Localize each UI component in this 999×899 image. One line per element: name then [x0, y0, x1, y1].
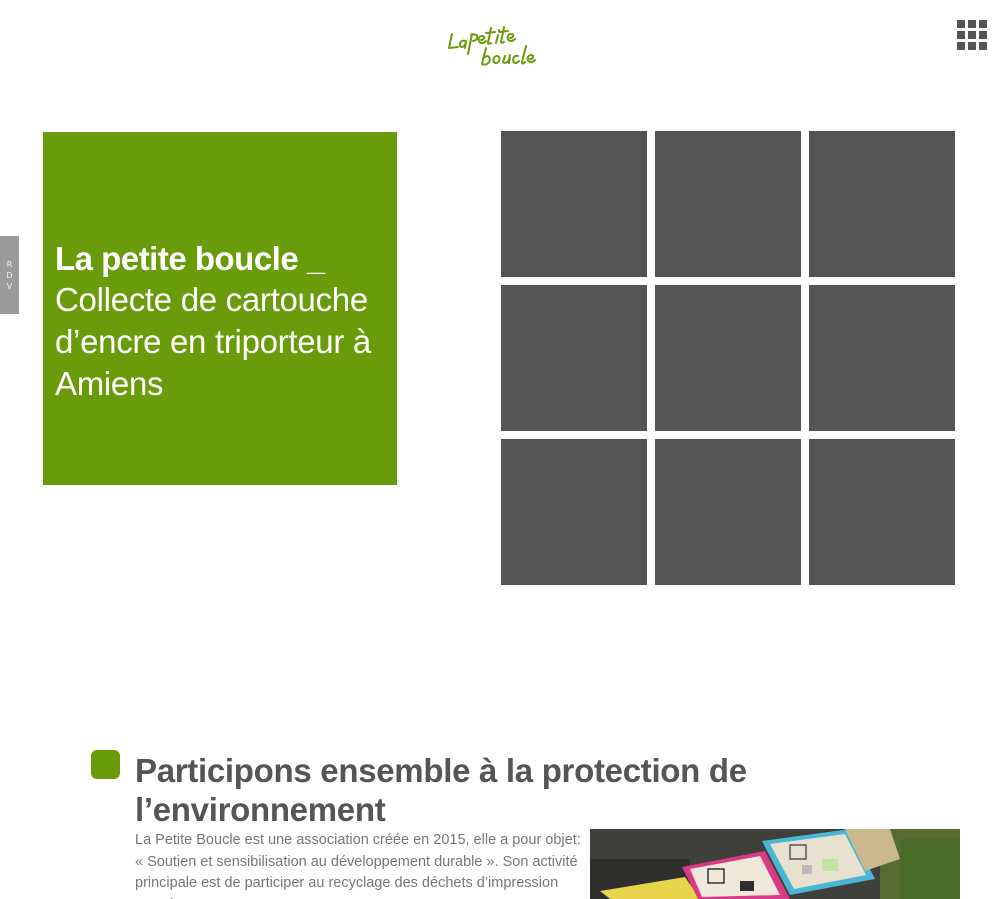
menu-dot [968, 31, 976, 39]
hero-title: La petite boucle _ [55, 240, 325, 277]
section-text: La Petite Boucle est une association cré… [135, 832, 581, 899]
grid-tile[interactable] [501, 131, 647, 277]
cartridge-photo [590, 829, 960, 899]
side-tab-letter: D [6, 270, 13, 280]
grid-tile[interactable] [655, 131, 801, 277]
menu-dot [968, 42, 976, 50]
side-tab-letter: V [6, 281, 13, 291]
menu-dot [957, 20, 965, 28]
hero-panel: La petite boucle _ Collecte de cartouche… [43, 132, 397, 485]
side-tab-letter: R [6, 259, 13, 269]
grid-tile[interactable] [501, 439, 647, 585]
section-title: Participons ensemble à la protection de … [135, 752, 747, 828]
hero-subtitle: Collecte de cartouche d’encre en triport… [55, 281, 371, 402]
menu-dot [957, 31, 965, 39]
site-logo[interactable] [446, 24, 542, 68]
grid-tile[interactable] [809, 285, 955, 431]
tile-grid [501, 131, 956, 586]
grid-tile[interactable] [655, 439, 801, 585]
menu-dot [957, 42, 965, 50]
grid-tile[interactable] [655, 285, 801, 431]
rdv-side-tab[interactable]: R D V [0, 236, 19, 314]
grid-menu-icon[interactable] [957, 20, 987, 50]
section-bullet-icon [91, 750, 120, 779]
menu-dot [979, 31, 987, 39]
menu-dot [968, 20, 976, 28]
grid-tile[interactable] [809, 131, 955, 277]
grid-tile[interactable] [809, 439, 955, 585]
menu-dot [979, 42, 987, 50]
menu-dot [979, 20, 987, 28]
grid-tile[interactable] [501, 285, 647, 431]
